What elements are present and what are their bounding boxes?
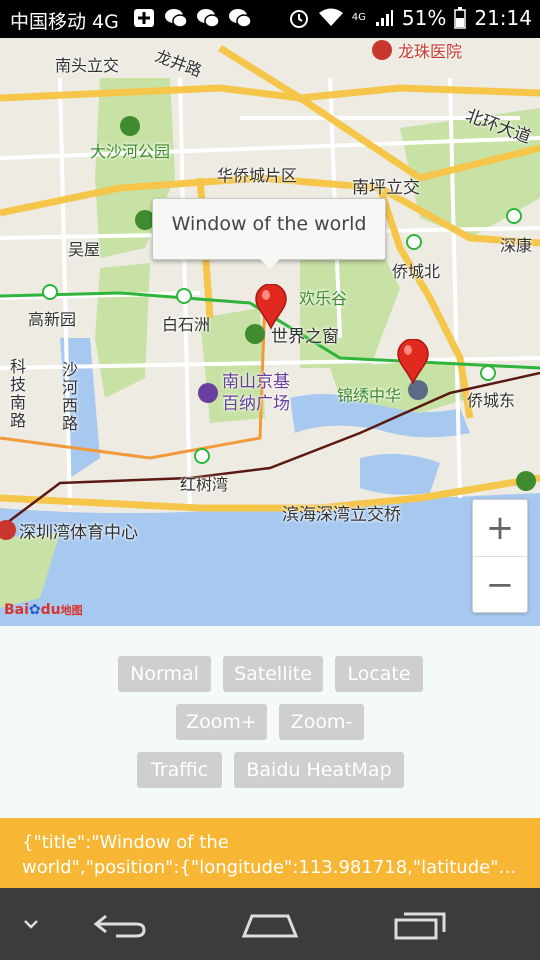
clock: 21:14 bbox=[474, 6, 532, 30]
notification-icons bbox=[132, 7, 252, 29]
info-window-pointer bbox=[258, 257, 282, 269]
back-icon[interactable] bbox=[92, 910, 148, 940]
info-window[interactable]: Window of the world bbox=[152, 198, 386, 260]
map-view[interactable]: 南头立交 龙井路 龙珠医院 北环大道 大沙河公园 华侨城片区 南坪立交 吴屋 深… bbox=[0, 38, 540, 626]
map-label: 侨城东 bbox=[467, 391, 516, 410]
status-bar: 中国移动 4G 4G 51% 21:14 bbox=[0, 0, 540, 38]
info-window-title: Window of the world bbox=[171, 213, 367, 235]
map-label: 锦绣中华 bbox=[337, 386, 402, 405]
map-label: 龙珠医院 bbox=[398, 42, 463, 61]
paw-icon: ✿ bbox=[28, 602, 41, 618]
signal-icon bbox=[375, 10, 393, 26]
info-text-line: {"title":"Window of the bbox=[22, 832, 229, 853]
home-icon[interactable] bbox=[240, 910, 300, 940]
locate-button[interactable]: Locate bbox=[335, 656, 423, 692]
status-right: 4G 51% 21:14 bbox=[288, 6, 532, 30]
map-label: 科技南路 bbox=[7, 358, 26, 430]
logo-text: 地图 bbox=[60, 604, 83, 617]
logo-text: Bai bbox=[4, 602, 29, 618]
satellite-button[interactable]: Satellite bbox=[223, 656, 323, 692]
marker-info-bar: {"title":"Window of the world","position… bbox=[0, 818, 540, 888]
wifi-icon bbox=[318, 8, 343, 26]
map-label: 大沙河公园 bbox=[90, 142, 171, 161]
map-label: 欢乐谷 bbox=[299, 289, 348, 308]
normal-button[interactable]: Normal bbox=[118, 656, 211, 692]
map-label: 高新园 bbox=[28, 310, 77, 329]
map-zoom-control: + − bbox=[472, 499, 528, 613]
navigation-bar bbox=[0, 888, 540, 960]
map-marker-icon[interactable] bbox=[254, 284, 288, 330]
zoom-in-button[interactable]: Zoom+ bbox=[176, 704, 267, 740]
wechat-icon bbox=[229, 9, 252, 28]
map-label: 深康 bbox=[500, 236, 533, 255]
map-label: 吴屋 bbox=[68, 240, 101, 259]
map-label: 南头立交 bbox=[55, 56, 120, 75]
network-type: 4G bbox=[351, 12, 366, 23]
traffic-button[interactable]: Traffic bbox=[137, 752, 222, 788]
map-label: 华侨城片区 bbox=[217, 166, 298, 185]
map-label: 侨城北 bbox=[392, 262, 441, 281]
control-panel: Normal Satellite Locate Zoom+ Zoom- Traf… bbox=[0, 626, 540, 818]
map-zoom-in-button[interactable]: + bbox=[473, 500, 527, 556]
map-label: 红树湾 bbox=[180, 475, 229, 494]
add-box-icon bbox=[134, 9, 154, 27]
alarm-icon bbox=[289, 10, 308, 28]
info-text-line: world","position":{"longitude":113.98171… bbox=[22, 857, 518, 878]
wechat-icon bbox=[165, 9, 188, 28]
map-label: 南坪立交 bbox=[352, 178, 420, 198]
logo-text: du bbox=[40, 602, 61, 618]
battery-percent: 51% bbox=[401, 6, 447, 30]
map-zoom-out-button[interactable]: − bbox=[473, 556, 527, 613]
map-marker-icon[interactable] bbox=[396, 339, 430, 385]
zoom-out-button[interactable]: Zoom- bbox=[279, 704, 364, 740]
map-label: 深圳湾体育中心 bbox=[19, 523, 138, 543]
baidu-map-logo: Bai✿du地图 bbox=[4, 602, 83, 618]
map-label: 滨海深湾立交桥 bbox=[282, 505, 401, 525]
wechat-icon bbox=[197, 9, 220, 28]
map-label: 沙河西路 bbox=[59, 361, 78, 433]
chevron-down-icon[interactable] bbox=[22, 918, 40, 930]
battery-icon bbox=[454, 7, 467, 29]
map-label: 南山京基百纳广场 bbox=[222, 372, 290, 414]
carrier-label: 中国移动 4G bbox=[10, 11, 119, 33]
recents-icon[interactable] bbox=[392, 908, 448, 942]
map-label: 白石洲 bbox=[162, 315, 211, 334]
heatmap-button[interactable]: Baidu HeatMap bbox=[234, 752, 404, 788]
